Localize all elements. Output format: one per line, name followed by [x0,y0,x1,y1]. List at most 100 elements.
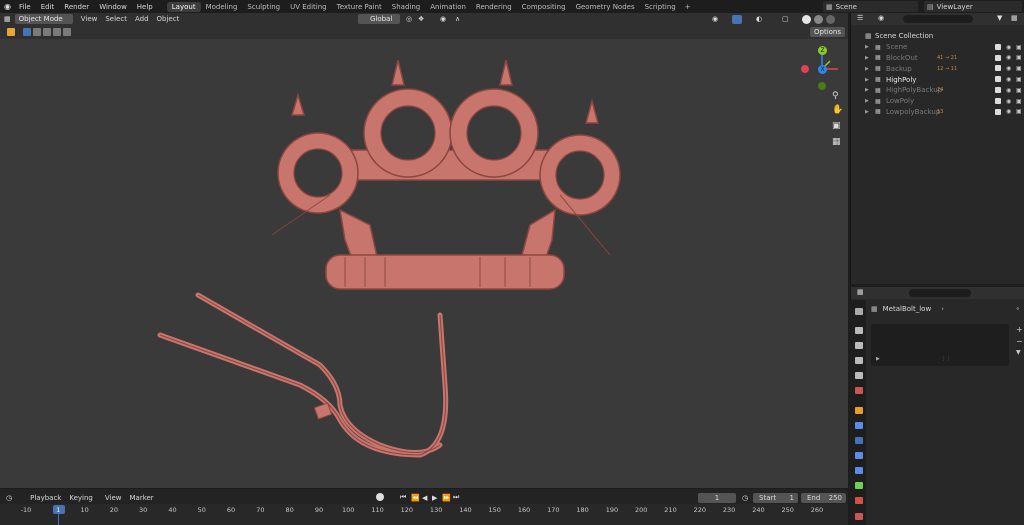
object-mode-dropdown[interactable]: Object Mode [14,14,73,24]
menu-window[interactable]: Window [99,3,127,11]
object-menu[interactable]: Object [157,15,180,23]
visibility-eye-icon[interactable]: ◉ [1006,76,1011,83]
expand-arrow-icon[interactable]: ▶ [865,66,869,72]
exclude-checkbox[interactable] [995,108,1001,115]
filter-icon[interactable]: ▼ [997,14,1002,22]
gizmo-toggle-icon[interactable] [732,14,742,24]
new-collection-icon[interactable]: ▦ [1011,14,1018,22]
tab-sculpting[interactable]: Sculpting [242,2,285,12]
blender-logo-icon[interactable]: ◉ [4,2,11,11]
tool-tab-icon[interactable] [855,308,863,315]
menu-edit[interactable]: Edit [41,3,55,11]
expand-arrow-icon[interactable]: ▶ [865,77,869,83]
expand-arrow-icon[interactable]: ▶ [865,98,869,104]
visibility-eye-icon[interactable]: ◉ [1006,44,1011,51]
record-button[interactable] [376,493,384,501]
gizmo-neg-x-axis[interactable] [801,65,809,73]
timeline-track[interactable] [0,504,848,525]
material-tab-icon[interactable] [855,497,863,504]
visibility-icon[interactable]: ◉ [712,15,718,23]
render-camera-icon[interactable]: ▣ [1016,54,1022,61]
current-frame-field[interactable]: 1 [698,492,736,503]
select-subtract-icon[interactable] [43,28,51,36]
render-camera-icon[interactable]: ▣ [1016,44,1022,51]
exclude-checkbox[interactable] [995,54,1001,61]
visibility-eye-icon[interactable]: ◉ [1006,98,1011,105]
jump-end-icon[interactable]: ⏭ [453,493,459,502]
data-tab-icon[interactable] [855,482,863,489]
expand-arrow-icon[interactable]: ▶ [865,44,869,50]
gizmo-neg-y-axis[interactable] [818,82,826,90]
resize-handle-icon[interactable]: ⋮⋮ [941,356,951,362]
editor-type-icon[interactable]: ▦ [4,15,11,23]
visibility-eye-icon[interactable]: ◉ [1006,87,1011,94]
particles-tab-icon[interactable] [855,437,863,444]
gizmo-x-axis[interactable]: X [818,65,827,74]
jump-keyframe-forward-icon[interactable]: ⏩ [442,494,451,502]
physics-tab-icon[interactable] [855,452,863,459]
select-box-icon[interactable] [23,28,31,36]
options-dropdown[interactable]: Options [810,27,846,37]
falloff-icon[interactable]: ∧ [455,15,460,23]
constraints-tab-icon[interactable] [855,467,863,474]
exclude-checkbox[interactable] [995,76,1001,83]
end-frame-field[interactable]: End 250 [801,492,846,503]
outliner-row-highpolybackup[interactable]: ▶ ▦ HighPolyBackup 24 ◉ ▣ [851,85,1024,96]
expand-icon[interactable]: ▶ [876,356,880,362]
render-camera-icon[interactable]: ▣ [1016,76,1022,83]
overlays-icon[interactable]: ◐ [756,15,762,23]
output-tab-icon[interactable] [855,342,863,349]
snap-icon[interactable]: ❖ [418,15,424,23]
outliner-row-blockout[interactable]: ▶ ▦ BlockOut 41 → 21 ◉ ▣ [851,53,1024,64]
menu-help[interactable]: Help [137,3,153,11]
exclude-checkbox[interactable] [995,97,1001,104]
render-camera-icon[interactable]: ▣ [1016,65,1022,72]
transform-orientation-dropdown[interactable]: Global [358,14,401,24]
render-camera-icon[interactable]: ▣ [1016,108,1022,115]
world-tab-icon[interactable] [855,387,863,394]
jump-keyframe-back-icon[interactable]: ⏪ [411,494,420,502]
select-invert-icon[interactable] [63,28,71,36]
tab-geometry-nodes[interactable]: Geometry Nodes [571,2,640,12]
properties-search-input[interactable] [909,289,971,297]
select-menu[interactable]: Select [105,15,127,23]
remove-slot-button[interactable]: − [1016,337,1023,346]
visibility-eye-icon[interactable]: ◉ [1006,65,1011,72]
menu-render[interactable]: Render [64,3,89,11]
expand-arrow-icon[interactable]: ▶ [865,87,869,93]
view-layer-tab-icon[interactable] [855,357,863,364]
camera-icon[interactable]: ▣ [832,121,844,137]
menu-file[interactable]: File [19,3,31,11]
view-layer-selector[interactable]: ▤ ViewLayer [924,1,1022,12]
texture-tab-icon[interactable] [855,513,863,520]
add-workspace-button[interactable]: + [685,3,691,11]
visibility-eye-icon[interactable]: ◉ [1006,54,1011,61]
view-menu[interactable]: View [81,15,98,23]
display-mode-icon[interactable]: ◉ [878,14,884,22]
preview-range-icon[interactable]: ◷ [742,494,748,502]
tab-animation[interactable]: Animation [425,2,471,12]
tab-shading[interactable]: Shading [387,2,425,12]
outliner-row-scene[interactable]: ▶ ▦ Scene ◉ ▣ [851,42,1024,53]
exclude-checkbox[interactable] [995,65,1001,72]
pin-icon[interactable]: ⚬ [1015,305,1021,313]
scene-tab-icon[interactable] [855,372,863,379]
outliner-search-input[interactable] [903,15,973,23]
outliner-row-lowpolybackup[interactable]: ▶ ▦ LowpolyBackup 13 ◉ ▣ [851,107,1024,118]
render-camera-icon[interactable]: ▣ [1016,98,1022,105]
grid-perspective-icon[interactable]: ▦ [832,137,844,153]
add-menu[interactable]: Add [135,15,149,23]
render-tab-icon[interactable] [855,327,863,334]
outliner-editor-icon[interactable]: ☰ [857,14,863,22]
tab-compositing[interactable]: Compositing [517,2,571,12]
proportional-edit-icon[interactable]: ◉ [440,15,446,23]
modifier-tab-icon[interactable] [855,422,863,429]
exclude-checkbox[interactable] [995,43,1001,50]
pan-hand-icon[interactable]: ✋ [832,105,844,121]
navigation-gizmo[interactable]: Z X [800,44,846,90]
tab-modeling[interactable]: Modeling [201,2,243,12]
tab-uv-editing[interactable]: UV Editing [285,2,332,12]
visibility-eye-icon[interactable]: ◉ [1006,108,1011,115]
select-extend-icon[interactable] [33,28,41,36]
outliner-row-highpoly[interactable]: ▶ ▦ HighPoly ◉ ▣ [851,74,1024,85]
